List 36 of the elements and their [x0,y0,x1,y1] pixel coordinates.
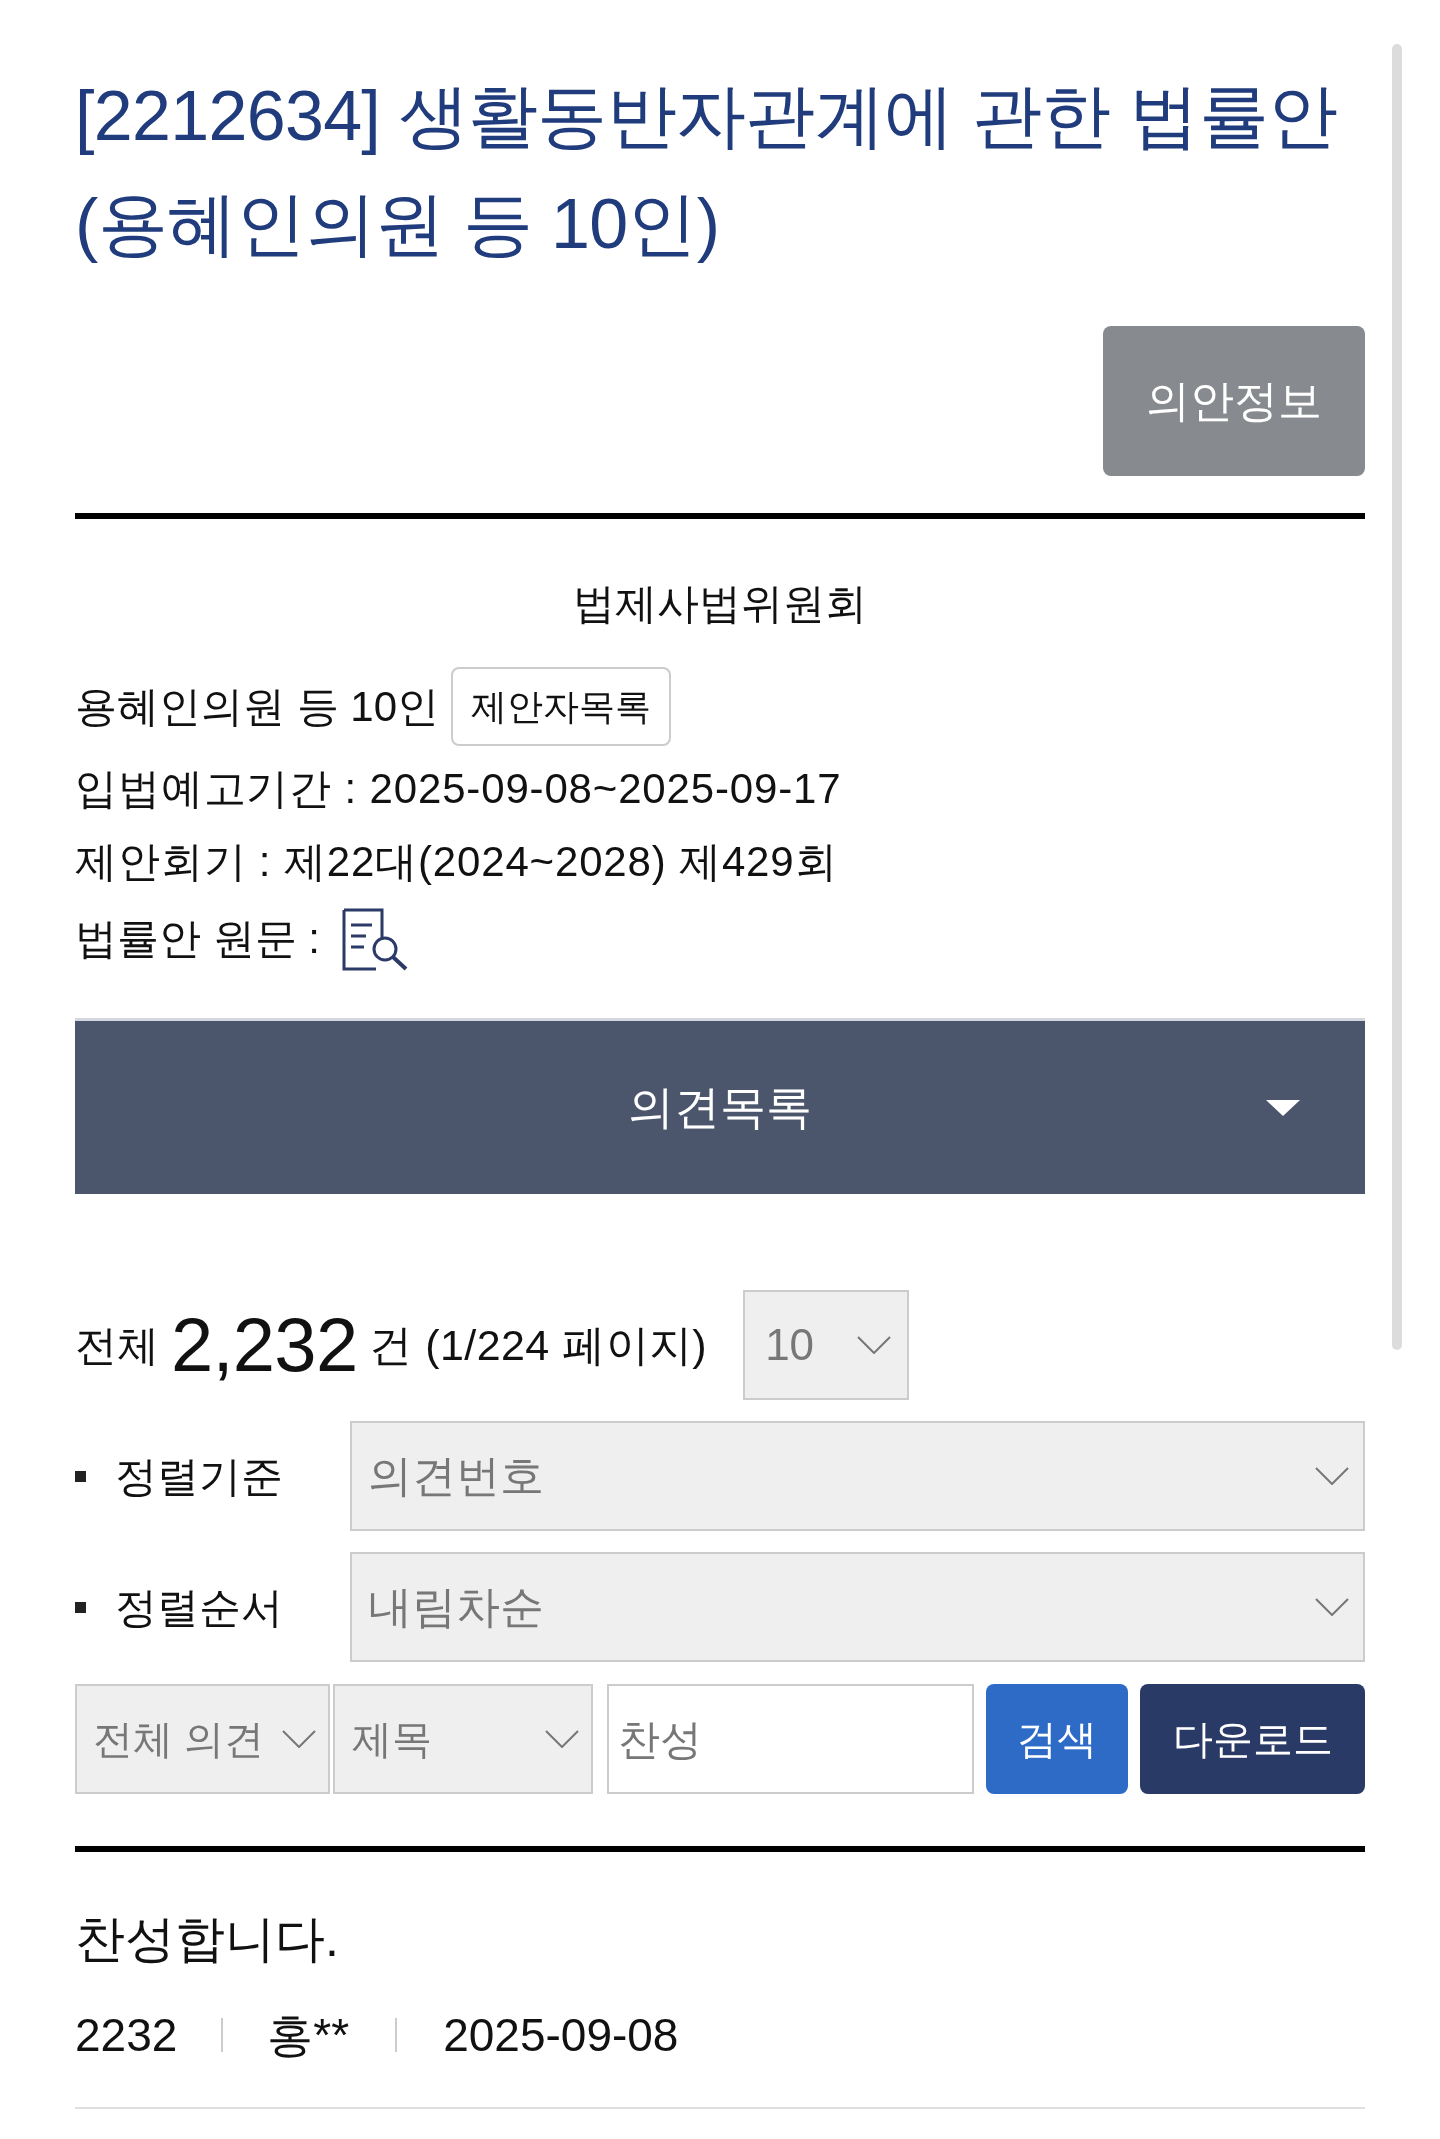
search-field[interactable]: 찬성 [607,1684,974,1794]
document-search-icon[interactable] [342,907,408,971]
opinion-title[interactable]: 찬성합니다. [75,1904,339,1974]
chevron-down-icon [545,1730,579,1748]
proposer-list-button[interactable]: 제안자목록 [451,667,672,746]
chevron-down-icon [1315,1467,1349,1485]
caret-icon [1266,1099,1300,1116]
total-count: 2,232 [171,1301,358,1389]
committee-name: 법제사법위원회 [573,579,867,629]
bullet-icon [75,1601,86,1613]
scrollbar-thumb[interactable] [1392,44,1402,1350]
scope-select[interactable]: 전체 의견 [75,1684,330,1794]
search-button[interactable]: 검색 [986,1684,1128,1794]
bill-title: [2212634] 생활동반자관계에 관한 법률안 (용혜인의원 등 10인) [75,76,1339,265]
chevron-down-icon [1315,1598,1349,1616]
sort-select[interactable]: 내림차순 [350,1552,1365,1662]
opinion-author: 홍** [267,2007,350,2063]
page-size-select[interactable]: 10 [743,1290,910,1400]
sort-label: 정렬순서 [115,1582,283,1633]
bullet-icon [75,1470,86,1482]
bill-detail-text: 제안회기 : 제22대(2024~2028) 제429회 [75,837,838,887]
download-button[interactable]: 다운로드 [1140,1684,1365,1794]
bill-info-button[interactable]: 의안정보 [1103,326,1365,476]
field-select[interactable]: 제목 [333,1684,593,1794]
original-text-label: 법률안 원문 : [75,914,320,964]
page-info: 건 (1/224 페이지) [369,1319,708,1371]
chevron-down-icon [857,1336,892,1354]
sort-select[interactable]: 의견번호 [350,1421,1365,1531]
opinion-list-header[interactable]: 의견목록 [75,1018,1365,1194]
opinion-number: 2232 [75,2007,178,2063]
sort-label: 정렬기준 [115,1451,283,1502]
proposer-text: 용혜인의원 등 10인 [75,681,440,732]
bill-detail-text: 입법예고기간 : 2025-09-08~2025-09-17 [75,764,842,814]
total-label: 전체 [75,1320,159,1371]
chevron-down-icon [282,1730,316,1748]
opinion-date: 2025-09-08 [443,2007,679,2063]
